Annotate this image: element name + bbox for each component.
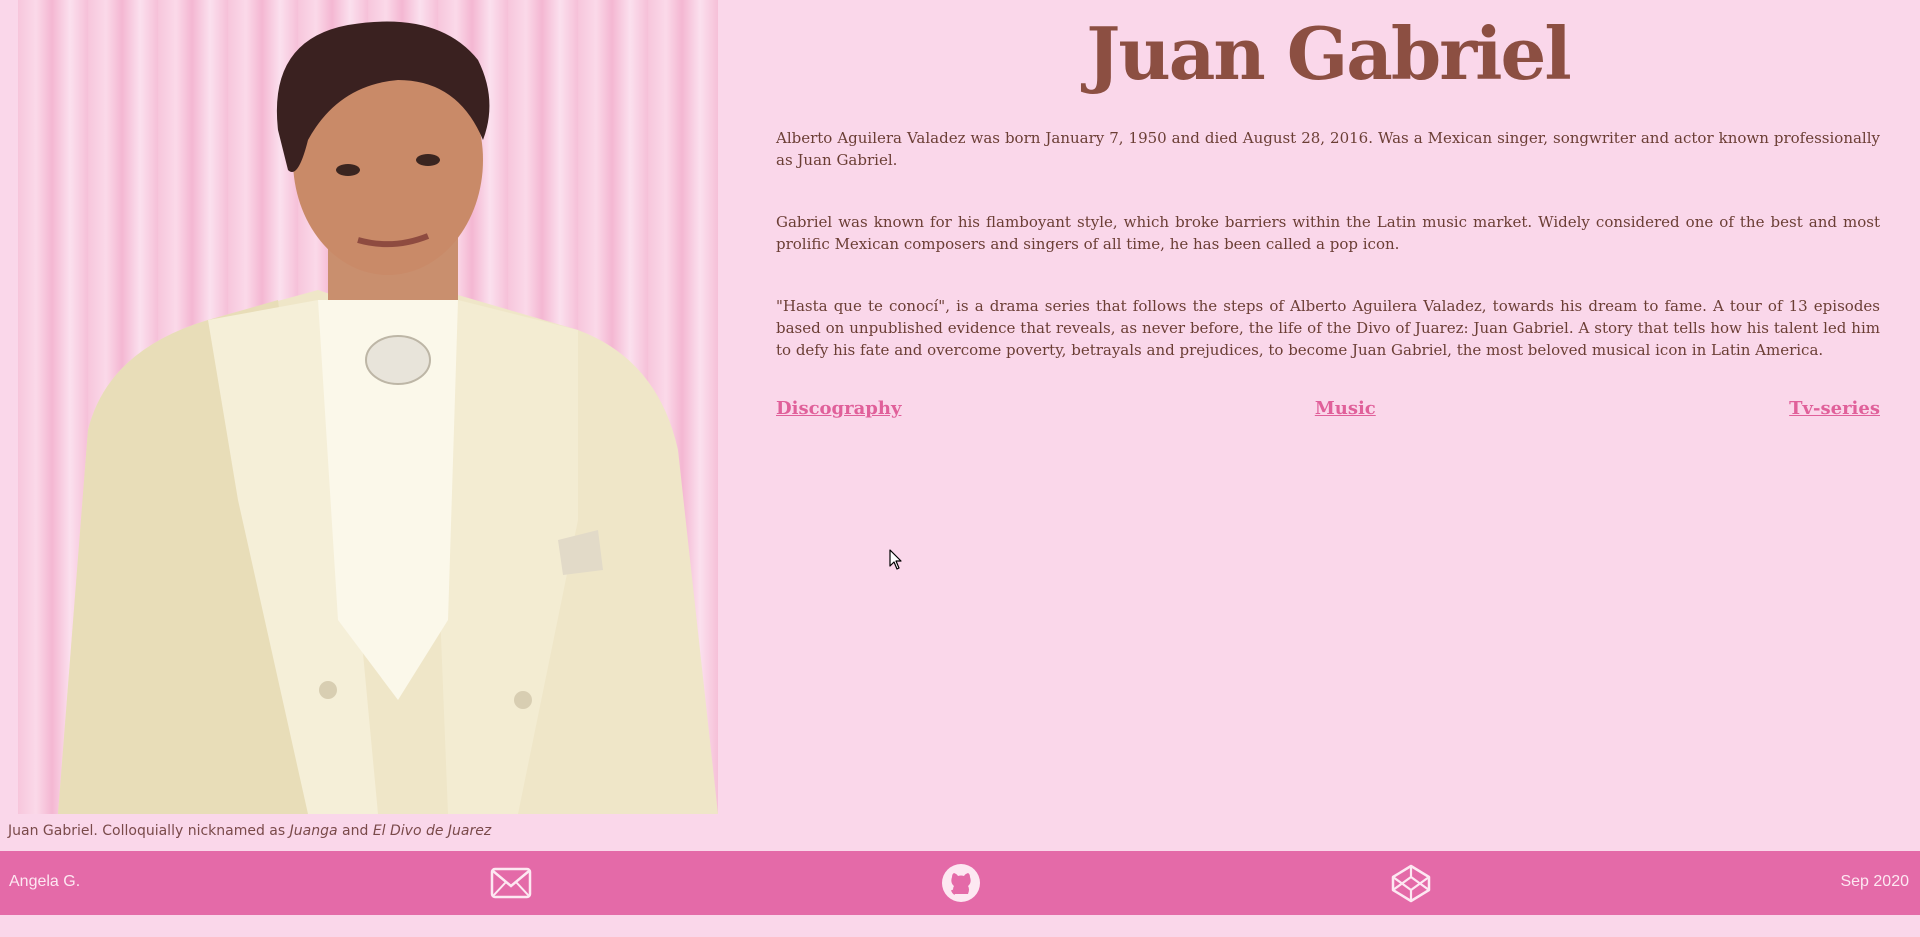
music-link[interactable]: Music <box>1315 398 1376 419</box>
codepen-icon[interactable] <box>1390 863 1432 903</box>
tv-series-link[interactable]: Tv-series <box>1789 398 1880 419</box>
series-paragraph: "Hasta que te conocí", is a drama series… <box>776 297 1880 359</box>
section-links: Discography Music Tv-series <box>776 398 1880 419</box>
github-icon[interactable] <box>940 863 982 903</box>
image-caption: Juan Gabriel. Colloquially nicknamed as … <box>8 823 491 839</box>
caption-nickname-juanga: Juanga <box>289 823 338 839</box>
envelope-icon[interactable] <box>490 863 532 903</box>
footer-author: Angela G. <box>9 873 81 890</box>
footer: Angela G. Sep 2020 <box>0 851 1920 915</box>
main-content: Juan Gabriel Alberto Aguilera Valadez wa… <box>776 0 1880 419</box>
portrait-image <box>18 0 718 814</box>
style-paragraph: Gabriel was known for his flamboyant sty… <box>776 213 1880 253</box>
caption-nickname-divo: El Divo de Juarez <box>372 823 492 839</box>
bio-paragraph: Alberto Aguilera Valadez was born Januar… <box>776 129 1880 169</box>
discography-link[interactable]: Discography <box>776 398 901 419</box>
caption-prefix: Juan Gabriel. Colloquially nicknamed as <box>8 823 290 839</box>
page-title: Juan Gabriel <box>1086 11 1571 96</box>
mouse-cursor-icon <box>889 549 902 570</box>
caption-and: and <box>337 823 373 839</box>
footer-date: Sep 2020 <box>1840 873 1909 890</box>
